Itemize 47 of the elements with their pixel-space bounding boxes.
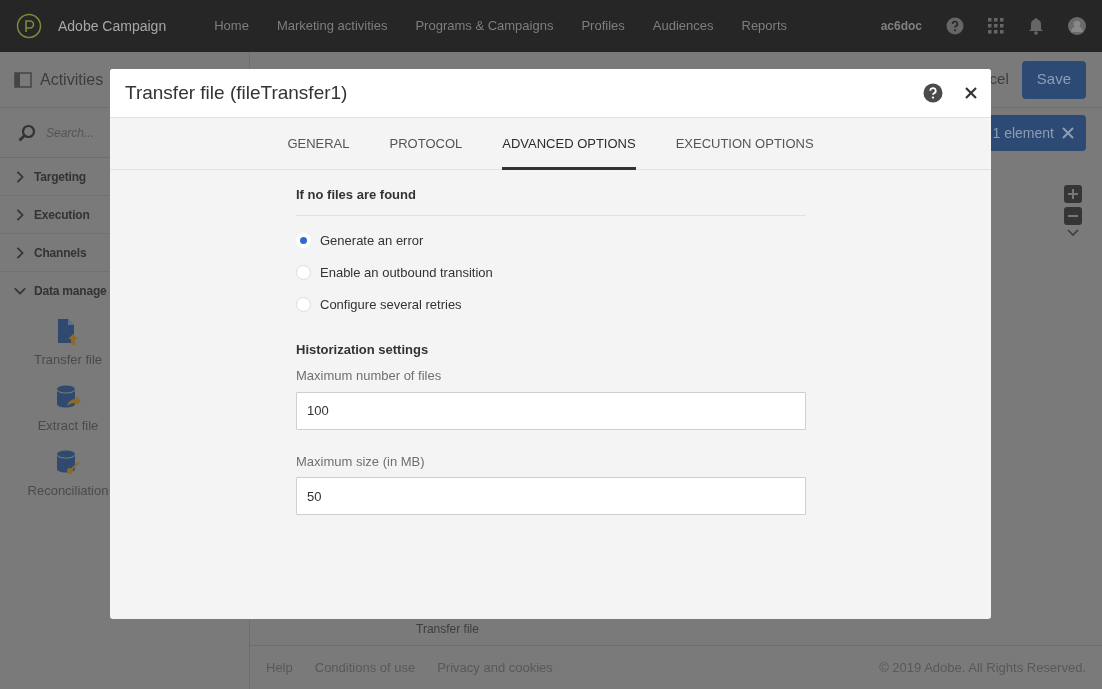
database-key-icon [55,449,81,477]
radio-button[interactable] [296,265,311,280]
radio-option[interactable]: Generate an error [296,224,806,257]
logo-icon [16,13,42,39]
tab[interactable]: PROTOCOL [389,118,463,170]
file-upload-icon [55,318,81,346]
zoom-out-icon[interactable] [1064,207,1082,225]
node-label: Transfer file [416,621,480,638]
radio-button[interactable] [296,297,311,312]
dialog-title: Transfer file (fileTransfer1) [125,80,348,105]
radio-option[interactable]: Enable an outbound transition [296,256,806,289]
user-name[interactable]: ac6doc [880,17,922,35]
section-heading: Historization settings [296,340,430,359]
tab[interactable]: GENERAL [287,118,350,170]
tab[interactable]: ADVANCED OPTIONS [502,118,636,170]
nav-link[interactable]: Programs & Campaigns [415,16,554,36]
zoom-in-icon[interactable] [1064,185,1082,203]
nav-link[interactable]: Profiles [581,16,625,36]
tab[interactable]: EXECUTION OPTIONS [675,118,814,170]
panel-icon[interactable] [14,71,32,88]
close-button[interactable] [965,87,977,99]
chevron-down-icon [14,285,26,297]
category-row[interactable]: Data manage [0,272,249,310]
panel-title: Activities [40,69,104,90]
close-icon [1062,127,1074,139]
avatar-icon[interactable] [1068,17,1086,35]
help-button[interactable] [923,83,943,103]
nav-link[interactable]: Audiences [652,16,714,36]
app-name: Adobe Campaign [58,16,167,36]
input-field[interactable]: 100 [296,391,806,430]
search-icon [18,123,36,142]
save-button[interactable]: Save [1021,60,1086,99]
chevron-right-icon [14,170,26,183]
nav-link[interactable]: Marketing activities [276,16,388,36]
field-label: Maximum number of files [296,367,443,385]
chevron-right-icon [14,246,26,259]
section-heading: If no files are found [296,186,417,204]
nav-link[interactable]: Reports [741,16,788,36]
chevron-right-icon [14,208,26,221]
apps-grid-icon[interactable] [988,18,1004,34]
chevron-down-icon[interactable] [1067,229,1079,237]
field-label: Maximum size (in MB) [296,452,426,471]
radio-option[interactable]: Configure several retries [296,288,806,321]
help-icon[interactable] [946,17,964,35]
nav-link[interactable]: Home [214,16,249,36]
input-field[interactable]: 50 [296,477,806,515]
bell-icon[interactable] [1028,17,1044,35]
